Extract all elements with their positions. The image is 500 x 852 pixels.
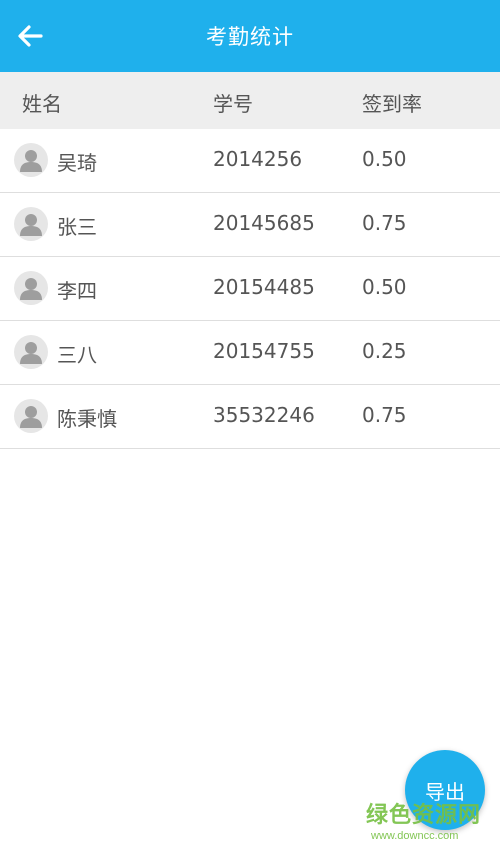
attendance-rate: 0.75 xyxy=(362,403,407,427)
student-name: 吴琦 xyxy=(57,151,97,175)
column-header-name: 姓名 xyxy=(22,92,62,116)
table-row[interactable]: 吴琦 2014256 0.50 xyxy=(0,129,500,193)
table-row[interactable]: 陈秉慎 35532246 0.75 xyxy=(0,385,500,449)
avatar xyxy=(14,271,48,305)
student-id: 35532246 xyxy=(213,403,315,427)
watermark-title: 绿色资源网 xyxy=(366,803,482,828)
attendance-rate: 0.25 xyxy=(362,339,407,363)
person-icon xyxy=(20,278,42,300)
person-icon xyxy=(20,406,42,428)
avatar xyxy=(14,335,48,369)
arrow-left-icon xyxy=(18,25,43,47)
person-icon xyxy=(20,342,42,364)
column-header-id: 学号 xyxy=(213,92,253,116)
avatar xyxy=(14,399,48,433)
avatar xyxy=(14,207,48,241)
table-header: 姓名 学号 签到率 xyxy=(0,72,500,129)
person-icon xyxy=(20,150,42,172)
student-id: 20145685 xyxy=(213,211,315,235)
watermark-url: www.downcc.com xyxy=(371,830,459,842)
table-row[interactable]: 李四 20154485 0.50 xyxy=(0,257,500,321)
student-id: 20154755 xyxy=(213,339,315,363)
table-row[interactable]: 张三 20145685 0.75 xyxy=(0,193,500,257)
attendance-screen: 考勤统计 姓名 学号 签到率 吴琦 2014256 0.50 张三 201456… xyxy=(0,0,500,852)
column-header-rate: 签到率 xyxy=(362,92,422,116)
student-id: 20154485 xyxy=(213,275,315,299)
student-name: 陈秉慎 xyxy=(57,407,117,431)
table-row[interactable]: 三八 20154755 0.25 xyxy=(0,321,500,385)
student-name: 三八 xyxy=(57,343,97,367)
student-id: 2014256 xyxy=(213,147,303,171)
attendance-rate: 0.50 xyxy=(362,275,407,299)
attendance-rate: 0.50 xyxy=(362,147,407,171)
student-list: 吴琦 2014256 0.50 张三 20145685 0.75 李四 2015… xyxy=(0,129,500,449)
avatar xyxy=(14,143,48,177)
person-icon xyxy=(20,214,42,236)
attendance-rate: 0.75 xyxy=(362,211,407,235)
app-bar: 考勤统计 xyxy=(0,0,500,72)
back-button[interactable] xyxy=(8,14,52,58)
student-name: 李四 xyxy=(57,279,97,303)
student-name: 张三 xyxy=(57,215,97,239)
page-title: 考勤统计 xyxy=(206,25,294,49)
